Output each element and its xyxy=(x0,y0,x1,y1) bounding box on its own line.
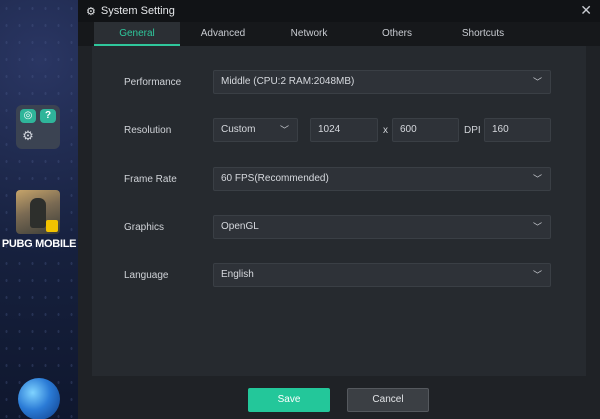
settings-panel: Performance Middle (CPU:2 RAM:2048MB) ﹀ … xyxy=(92,46,586,376)
chevron-down-icon: ﹀ xyxy=(279,125,289,135)
chevron-down-icon: ﹀ xyxy=(532,270,542,280)
resolution-width-field[interactable]: 1024 xyxy=(310,118,378,142)
tab-others[interactable]: Others xyxy=(354,22,440,46)
tab-shortcuts[interactable]: Shortcuts xyxy=(440,22,526,46)
frame-rate-value: 60 FPS(Recommended) xyxy=(221,173,329,184)
pubg-mobile-icon[interactable] xyxy=(16,190,60,234)
soldier-figure-icon xyxy=(30,198,46,228)
performance-label: Performance xyxy=(124,77,182,88)
title-bar: ⚙ System Setting ✕ xyxy=(78,0,600,22)
resolution-label: Resolution xyxy=(124,125,172,136)
language-value: English xyxy=(221,269,254,280)
resolution-separator: x xyxy=(383,125,388,136)
performance-select[interactable]: Middle (CPU:2 RAM:2048MB) ﹀ xyxy=(213,70,551,94)
system-setting-dialog: ⚙ System Setting ✕ General Advanced Netw… xyxy=(78,0,600,419)
dialog-footer: Save Cancel xyxy=(78,376,600,419)
app-folder[interactable]: ◎ ? ⚙ xyxy=(16,105,60,149)
dpi-field[interactable]: 160 xyxy=(484,118,551,142)
chevron-down-icon: ﹀ xyxy=(532,222,542,232)
graphics-label: Graphics xyxy=(124,222,165,233)
language-select[interactable]: English ﹀ xyxy=(213,263,551,287)
globe-icon[interactable] xyxy=(18,378,60,419)
graphics-value: OpenGL xyxy=(221,221,259,232)
graphics-select[interactable]: OpenGL ﹀ xyxy=(213,215,551,239)
save-button[interactable]: Save xyxy=(248,388,330,412)
frame-rate-label: Frame Rate xyxy=(124,174,177,185)
frame-rate-select[interactable]: 60 FPS(Recommended) ﹀ xyxy=(213,167,551,191)
gear-icon: ⚙ xyxy=(22,127,34,143)
chevron-down-icon: ﹀ xyxy=(532,77,542,87)
gear-icon: ⚙ xyxy=(86,5,96,18)
help-icon: ? xyxy=(40,109,56,123)
badge-icon xyxy=(46,220,58,232)
dpi-label: DPI xyxy=(464,125,481,136)
chevron-down-icon: ﹀ xyxy=(532,174,542,184)
resolution-preset-select[interactable]: Custom ﹀ xyxy=(213,118,298,142)
close-icon[interactable]: ✕ xyxy=(580,3,592,17)
desktop-background: ◎ ? ⚙ PUBG MOBILE xyxy=(0,0,78,419)
cancel-button[interactable]: Cancel xyxy=(347,388,429,412)
performance-value: Middle (CPU:2 RAM:2048MB) xyxy=(221,76,355,87)
window-title: System Setting xyxy=(100,5,175,17)
tab-general[interactable]: General xyxy=(94,22,180,46)
tab-advanced[interactable]: Advanced xyxy=(180,22,266,46)
resolution-preset-value: Custom xyxy=(221,124,256,135)
pubg-mobile-label[interactable]: PUBG MOBILE xyxy=(0,238,78,250)
tab-bar: General Advanced Network Others Shortcut… xyxy=(78,22,600,46)
tab-network[interactable]: Network xyxy=(266,22,352,46)
app-icon-green: ◎ xyxy=(20,109,36,123)
resolution-height-field[interactable]: 600 xyxy=(392,118,459,142)
language-label: Language xyxy=(124,270,169,281)
